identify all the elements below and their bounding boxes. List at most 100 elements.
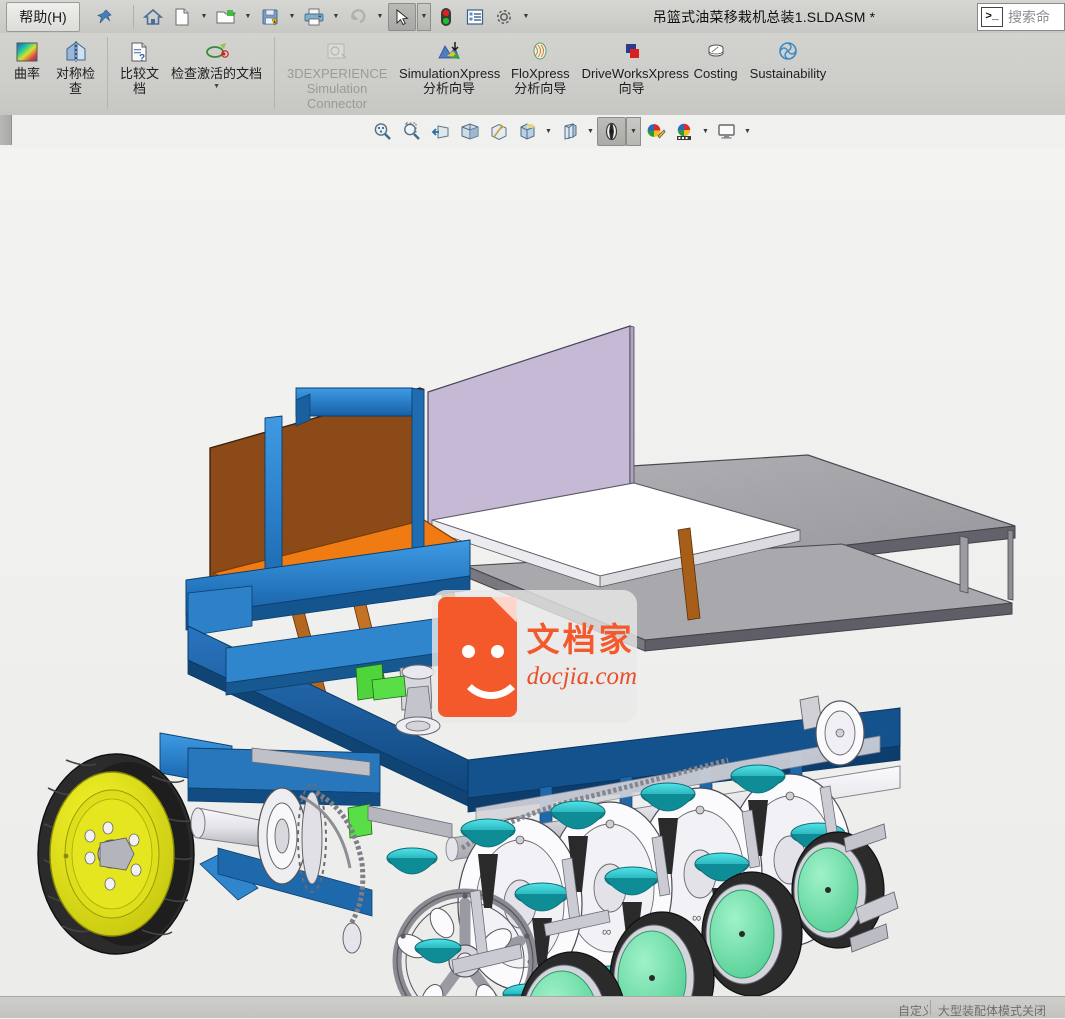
new-document-icon (175, 8, 189, 25)
undo-button[interactable] (344, 3, 372, 31)
ribbon-toolbar: 曲率 对称检 查 ? 比较文 档 检查激活的文档 ▼ 3DEXPERIENCE … (0, 33, 1065, 116)
open-document-icon (216, 9, 236, 23)
print-button[interactable] (300, 3, 328, 31)
zoom-to-fit-button[interactable] (368, 117, 397, 146)
view-settings-button[interactable] (670, 117, 699, 146)
drive-wheel-left (37, 753, 195, 955)
settings-button[interactable] (490, 3, 518, 31)
rebuild-icon (441, 7, 451, 26)
display-viewport-dropdown[interactable]: ▼ (741, 118, 754, 145)
display-style-icon (520, 123, 535, 140)
options-list-button[interactable] (461, 3, 489, 31)
document-smiley-icon (438, 596, 525, 717)
command-search-box[interactable]: >_ 搜索命 (977, 3, 1065, 31)
open-document-button[interactable] (212, 3, 240, 31)
settings-dropdown[interactable]: ▼ (519, 3, 533, 31)
view-settings-icon (677, 123, 691, 140)
display-style-button[interactable] (513, 117, 542, 146)
hide-show-items-button[interactable] (555, 117, 584, 146)
display-viewport-button[interactable] (712, 117, 741, 146)
help-button[interactable]: 帮助(H) (6, 1, 80, 32)
view-toolbar-buttons: ▼ ▼ ▼ ▼ ▼ (368, 117, 754, 146)
cad-model: ∞ ∞ (0, 148, 1065, 996)
compare-documents-icon: ? (127, 38, 153, 64)
zoom-to-area-icon (404, 122, 420, 140)
smiley-mouth (457, 655, 525, 699)
floxpress-label: FloXpress 分析向导 (511, 66, 570, 96)
3dexperience-connector-icon (323, 38, 351, 64)
rebuild-button[interactable] (432, 3, 460, 31)
save-icon (262, 9, 278, 26)
select-tool-button[interactable] (388, 2, 416, 31)
edit-appearance-button[interactable] (597, 117, 626, 146)
save-dropdown[interactable]: ▼ (285, 3, 299, 31)
ribbon-group-evaluate: 曲率 对称检 查 (0, 33, 105, 115)
undo-dropdown[interactable]: ▼ (373, 3, 387, 31)
feature-tree-collapsed-tab[interactable] (0, 115, 12, 145)
curvature-label: 曲率 (13, 66, 40, 81)
hide-show-items-icon (564, 123, 577, 140)
sustainability-icon (774, 38, 802, 64)
open-document-dropdown[interactable]: ▼ (241, 3, 255, 31)
edit-appearance-icon (605, 122, 618, 141)
edit-appearance-dropdown[interactable]: ▼ (626, 117, 641, 146)
toolbar-divider (133, 4, 134, 29)
watermark-brand-cn: 文档家 (526, 621, 635, 659)
settings-gear-icon (497, 9, 511, 24)
previous-view-button[interactable] (426, 117, 455, 146)
costing-button[interactable]: Costing (688, 33, 744, 83)
floxpress-button[interactable]: FloXpress 分析向导 (505, 33, 576, 98)
sustainability-label: Sustainability (749, 66, 827, 81)
watermark-brand-en: docjia.com (526, 662, 637, 690)
view-orientation-icon (491, 123, 507, 141)
section-view-button[interactable] (455, 117, 484, 146)
hide-show-items-dropdown[interactable]: ▼ (584, 118, 597, 145)
print-dropdown[interactable]: ▼ (329, 3, 343, 31)
view-settings-dropdown[interactable]: ▼ (699, 118, 712, 145)
symmetry-check-icon (63, 38, 89, 64)
home-button[interactable] (139, 3, 167, 31)
costing-icon (702, 38, 730, 64)
view-orientation-button[interactable] (484, 117, 513, 146)
pin-button[interactable] (80, 8, 128, 26)
command-search-icon: >_ (981, 7, 1003, 27)
symmetry-check-button[interactable]: 对称检 查 (50, 33, 101, 98)
check-active-document-dropdown[interactable]: ▼ (213, 83, 220, 90)
quick-access-toolbar: ▼ ▼ ▼ ▼ ▼ ▼ ▼ (139, 2, 533, 31)
pin-icon (97, 8, 112, 23)
check-active-document-button[interactable]: 检查激活的文档 ▼ (165, 33, 268, 91)
zoom-to-area-button[interactable] (397, 117, 426, 146)
new-document-dropdown[interactable]: ▼ (197, 3, 211, 31)
select-tool-dropdown[interactable]: ▼ (417, 2, 431, 31)
display-viewport-icon (718, 124, 735, 139)
watermark-overlay: 文档家 docjia.com (432, 590, 637, 723)
ribbon-divider-1 (107, 37, 109, 109)
simulationxpress-button[interactable]: SimulationXpress 分析向导 (393, 33, 505, 98)
curvature-button[interactable]: 曲率 (4, 33, 50, 83)
graphics-viewport[interactable]: ∞ ∞ 文档家 docjia.com (0, 148, 1065, 996)
display-style-dropdown[interactable]: ▼ (542, 118, 555, 145)
status-bar: 自定义 大型装配体模式关闭 (0, 996, 1065, 1018)
sustainability-button[interactable]: Sustainability (744, 33, 833, 83)
driveworksxpress-button[interactable]: DriveWorksXpress 向导 (576, 33, 689, 98)
check-active-document-label: 检查激活的文档 (171, 66, 263, 81)
svg-text:∞: ∞ (602, 924, 611, 939)
save-button[interactable] (256, 3, 284, 31)
apply-scene-icon (647, 124, 666, 139)
compare-documents-label: 比较文 档 (120, 66, 160, 96)
options-list-icon (466, 8, 484, 25)
view-toolbar: ▼ ▼ ▼ ▼ ▼ (0, 115, 1065, 149)
ribbon-group-compare: ? 比较文 档 检查激活的文档 ▼ (110, 33, 272, 115)
zoom-to-fit-icon (374, 123, 391, 140)
select-cursor-icon (396, 8, 409, 25)
apply-scene-button[interactable] (641, 117, 670, 146)
status-custom-label: 自定义 (898, 1004, 928, 1018)
svg-text:?: ? (139, 53, 145, 64)
floxpress-icon (526, 38, 554, 64)
watermark-text: 文档家 docjia.com (527, 622, 637, 690)
new-document-button[interactable] (168, 3, 196, 31)
ribbon-group-xpress: 3DEXPERIENCE Simulation Connector Simula… (277, 33, 836, 115)
compare-documents-button[interactable]: ? 比较文 档 (114, 33, 165, 98)
page-fold (490, 596, 517, 623)
ribbon-divider-2 (274, 37, 276, 109)
